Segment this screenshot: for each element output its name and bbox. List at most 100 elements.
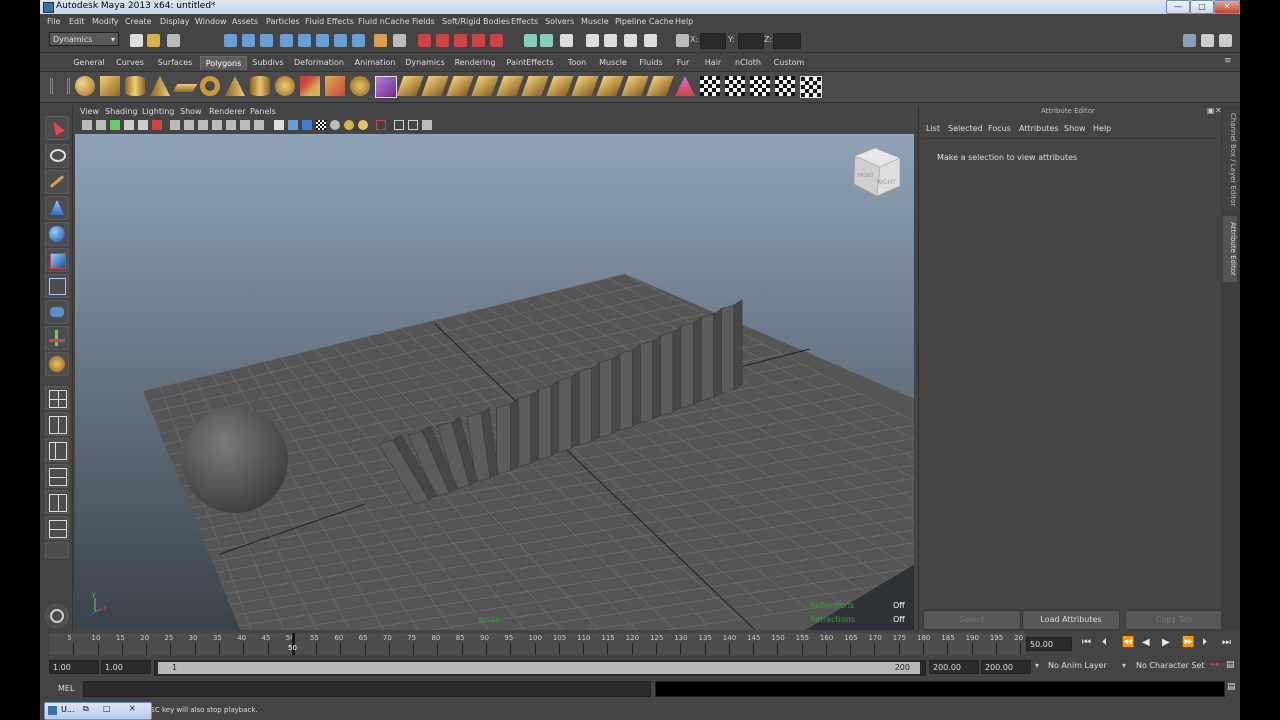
animation-preferences-icon[interactable]: ▤ xyxy=(1226,660,1235,670)
paint-selection-tool-icon[interactable] xyxy=(45,170,69,194)
menu-solvers[interactable]: Solvers xyxy=(545,17,574,26)
menu-fluid-ncache[interactable]: Fluid nCache xyxy=(358,17,410,26)
shelf-tab-curves[interactable]: Curves xyxy=(111,56,149,69)
shelf-tab-muscle[interactable]: Muscle xyxy=(596,56,630,69)
high-quality-render-icon[interactable] xyxy=(408,120,418,130)
menu-modify[interactable]: Modify xyxy=(92,17,119,26)
menu-help[interactable]: Help xyxy=(675,17,693,26)
transform-mode-icon[interactable] xyxy=(676,34,689,47)
input-output-icon[interactable] xyxy=(524,34,537,47)
scale-tool-icon[interactable] xyxy=(45,248,69,272)
channel-box-tab[interactable]: Channel Box / Layer Editor xyxy=(1223,110,1237,210)
script-editor-icon[interactable]: ▤ xyxy=(1227,682,1236,692)
shelf-tab-ncloth[interactable]: nCloth xyxy=(732,56,764,69)
restore-icon[interactable]: ⧉ xyxy=(83,704,89,714)
reverse-normals-icon[interactable] xyxy=(596,76,624,96)
xray-icon[interactable] xyxy=(376,120,386,130)
open-scene-icon[interactable] xyxy=(147,34,160,47)
menu-file[interactable]: File xyxy=(47,17,60,26)
step-forward-frame-icon[interactable]: ⏵ xyxy=(1202,637,1207,648)
panel-menu-renderer[interactable]: Renderer xyxy=(209,107,246,116)
combine-icon[interactable] xyxy=(300,76,320,96)
select-by-joint-icon[interactable] xyxy=(298,34,311,47)
bookmarks-icon[interactable] xyxy=(110,120,120,130)
rotate-tool-icon[interactable] xyxy=(45,222,69,246)
ae-menu-show[interactable]: Show xyxy=(1064,124,1086,133)
bevel-icon[interactable] xyxy=(521,76,549,96)
last-used-tool-icon[interactable] xyxy=(45,352,69,376)
shelf-tab-fluids[interactable]: Fluids xyxy=(634,56,668,69)
playback-start-field[interactable]: 1.00 xyxy=(101,660,151,674)
render-frame-icon[interactable] xyxy=(560,34,573,47)
poly-cube-icon[interactable] xyxy=(100,76,120,96)
poly-pyramid-icon[interactable] xyxy=(225,76,245,96)
shelf-tab-polygons[interactable]: Polygons xyxy=(200,56,247,70)
menu-fields[interactable]: Fields xyxy=(412,17,435,26)
textured-icon[interactable] xyxy=(316,120,326,130)
render-settings-icon[interactable] xyxy=(604,34,617,47)
shelf-tab-deformation[interactable]: Deformation xyxy=(293,56,345,69)
current-time-field[interactable]: 50.00 xyxy=(1026,637,1072,651)
select-button[interactable]: Select xyxy=(923,610,1021,630)
menu-fluid-effects[interactable]: Fluid Effects xyxy=(305,17,354,26)
bridge-icon[interactable] xyxy=(421,76,449,96)
poly-cone-icon[interactable] xyxy=(150,76,170,96)
menu-window[interactable]: Window xyxy=(195,17,227,26)
shelf-tab-painteffects[interactable]: PaintEffects xyxy=(504,56,556,69)
automatic-mapping-icon[interactable] xyxy=(775,76,795,96)
merge-vertices-icon[interactable] xyxy=(546,76,574,96)
ae-menu-attributes[interactable]: Attributes xyxy=(1019,124,1059,133)
four-view-layout-icon[interactable] xyxy=(45,412,69,436)
insert-edge-loop-icon[interactable] xyxy=(496,76,524,96)
harden-edge-icon[interactable] xyxy=(646,76,674,96)
y-field[interactable] xyxy=(738,33,764,49)
shelf-tab-surfaces[interactable]: Surfaces xyxy=(153,56,197,69)
menu-set-dropdown[interactable]: Dynamics ▾ xyxy=(49,32,119,46)
time-slider-track[interactable]: 5 10 15 20 25 30 35 40 45 50 55 60 65 70 75 80 85 90 95 100… xyxy=(49,633,1025,655)
poly-cylinder-icon[interactable] xyxy=(125,76,145,96)
go-to-end-icon[interactable]: ⏭ xyxy=(1222,637,1231,648)
select-by-deformation-icon[interactable] xyxy=(352,34,365,47)
select-hierarchy-icon[interactable] xyxy=(224,34,237,47)
step-forward-key-icon[interactable]: ⏩ xyxy=(1182,637,1194,648)
sculpt-tool-icon[interactable] xyxy=(644,34,657,47)
grease-pencil-icon[interactable] xyxy=(152,120,162,130)
menu-display[interactable]: Display xyxy=(160,17,190,26)
step-back-frame-icon[interactable]: ⏴ xyxy=(1102,637,1107,648)
step-back-key-icon[interactable]: ⏪ xyxy=(1122,637,1134,648)
menu-assets[interactable]: Assets xyxy=(232,17,258,26)
character-set-dropdown[interactable]: No Character Set xyxy=(1136,661,1205,670)
soft-modification-tool-icon[interactable] xyxy=(45,300,69,324)
perspective-viewport[interactable]: RIGHT FRONT y x persp Reflections Off Re… xyxy=(75,134,914,630)
play-backwards-icon[interactable]: ◀ xyxy=(1142,637,1150,648)
time-slider[interactable]: 5 10 15 20 25 30 35 40 45 50 55 60 65 70 75 80 85 90 95 100… xyxy=(40,632,1240,656)
shelf-menu-icon[interactable]: ≡ xyxy=(1224,56,1232,68)
default-lighting-icon[interactable] xyxy=(330,120,340,130)
shelf-tab-animation[interactable]: Animation xyxy=(352,56,398,69)
camera-attributes-icon[interactable] xyxy=(96,120,106,130)
load-attributes-button[interactable]: Load Attributes xyxy=(1022,610,1120,630)
make-live-icon[interactable] xyxy=(490,34,503,47)
panel-menu-view[interactable]: View xyxy=(80,107,99,116)
save-scene-icon[interactable] xyxy=(167,34,180,47)
toggle-tool-settings-icon[interactable] xyxy=(1219,34,1232,47)
shelf-tab-general[interactable]: General xyxy=(70,56,108,69)
extrude-icon[interactable] xyxy=(396,76,424,96)
smooth-icon[interactable] xyxy=(350,76,370,96)
float-panel-icon[interactable]: ▣ xyxy=(1207,106,1215,115)
ae-menu-list[interactable]: List xyxy=(926,124,940,133)
shelf-tab-custom[interactable]: Custom xyxy=(770,56,808,69)
select-camera-icon[interactable] xyxy=(82,120,92,130)
collapse-icon[interactable] xyxy=(571,76,599,96)
panel-menu-lighting[interactable]: Lighting xyxy=(142,107,174,116)
playback-end-field[interactable]: 200.00 xyxy=(929,660,979,674)
panel-menu-show[interactable]: Show xyxy=(180,107,202,116)
poly-torus-icon[interactable] xyxy=(200,76,220,96)
uv-texture-editor-icon[interactable] xyxy=(800,76,822,98)
chevron-down-icon[interactable]: ▾ xyxy=(1035,661,1039,670)
select-object-icon[interactable] xyxy=(242,34,255,47)
cylindrical-mapping-icon[interactable] xyxy=(725,76,745,96)
isolate-select-icon[interactable] xyxy=(394,120,404,130)
construction-history-icon[interactable] xyxy=(540,34,553,47)
menu-soft-rigid-bodies[interactable]: Soft/Rigid Bodies xyxy=(442,17,510,26)
